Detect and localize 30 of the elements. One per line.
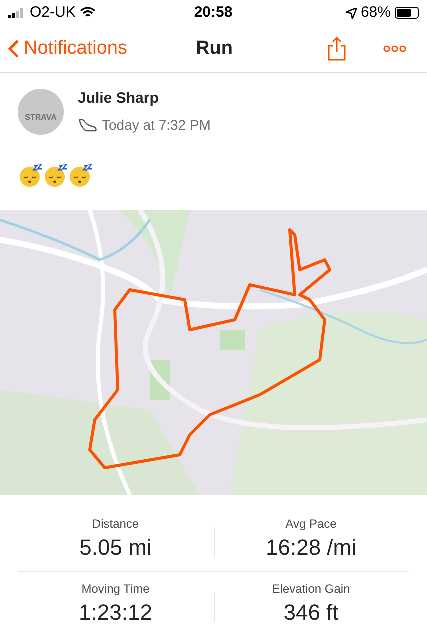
more-icon (383, 45, 407, 53)
more-button[interactable] (383, 45, 407, 53)
stat-label: Avg Pace (286, 516, 337, 532)
activity-time: Today at 7:32 PM (102, 116, 211, 135)
back-button[interactable]: Notifications (8, 34, 128, 64)
shoe-icon (78, 118, 98, 132)
share-button[interactable] (327, 37, 347, 61)
athlete-name[interactable]: Julie Sharp (78, 88, 211, 110)
avatar-label: STRAVA (25, 112, 57, 124)
page-title: Run (196, 36, 233, 61)
stat-label: Moving Time (82, 580, 150, 598)
stat-value: 16:28 /mi (266, 534, 356, 562)
sleeping-face-icon (19, 164, 43, 188)
share-icon (327, 37, 347, 61)
avatar[interactable]: STRAVA (18, 88, 64, 135)
clock-time: 20:58 (194, 2, 233, 23)
signal-icon (8, 8, 26, 18)
chevron-left-icon (8, 39, 20, 59)
carrier-name: O2-UK (30, 2, 76, 23)
stat-value: 346 ft (284, 598, 339, 626)
stat-label: Distance (92, 516, 140, 532)
battery-icon (395, 7, 419, 19)
stat-label: Elevation Gain (272, 580, 350, 598)
sleeping-face-icon (44, 164, 68, 188)
stat-value: 1:23:12 (79, 598, 152, 626)
wifi-icon (80, 7, 96, 19)
stat-value: 5.05 mi (80, 534, 152, 562)
sleeping-face-icon (69, 164, 93, 188)
battery-percentage: 68% (360, 2, 391, 23)
location-arrow-icon (346, 8, 357, 18)
